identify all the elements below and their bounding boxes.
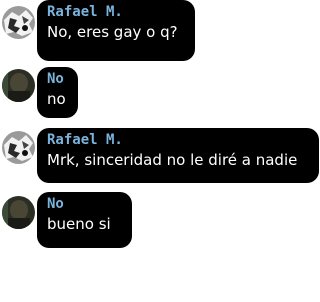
message-text: Mrk, sinceridad no le diré a nadie xyxy=(47,151,298,169)
avatar[interactable] xyxy=(2,6,35,39)
sender-name[interactable]: No xyxy=(47,195,122,213)
sender-name[interactable]: No xyxy=(47,70,68,88)
message-bubble[interactable]: No no xyxy=(37,67,78,118)
message-bubble[interactable]: No bueno si xyxy=(37,192,132,248)
avatar[interactable] xyxy=(2,196,35,229)
message-bubble[interactable]: Rafael M. Mrk, sinceridad no le diré a n… xyxy=(37,128,319,183)
message-text: No, eres gay o q? xyxy=(47,23,178,41)
message-bubble[interactable]: Rafael M. No, eres gay o q? xyxy=(37,0,195,61)
sender-name[interactable]: Rafael M. xyxy=(47,131,309,149)
message-text: no xyxy=(47,90,66,108)
avatar[interactable] xyxy=(2,69,35,102)
message-text: bueno si xyxy=(47,215,111,233)
sender-name[interactable]: Rafael M. xyxy=(47,3,185,21)
avatar[interactable] xyxy=(2,131,35,164)
